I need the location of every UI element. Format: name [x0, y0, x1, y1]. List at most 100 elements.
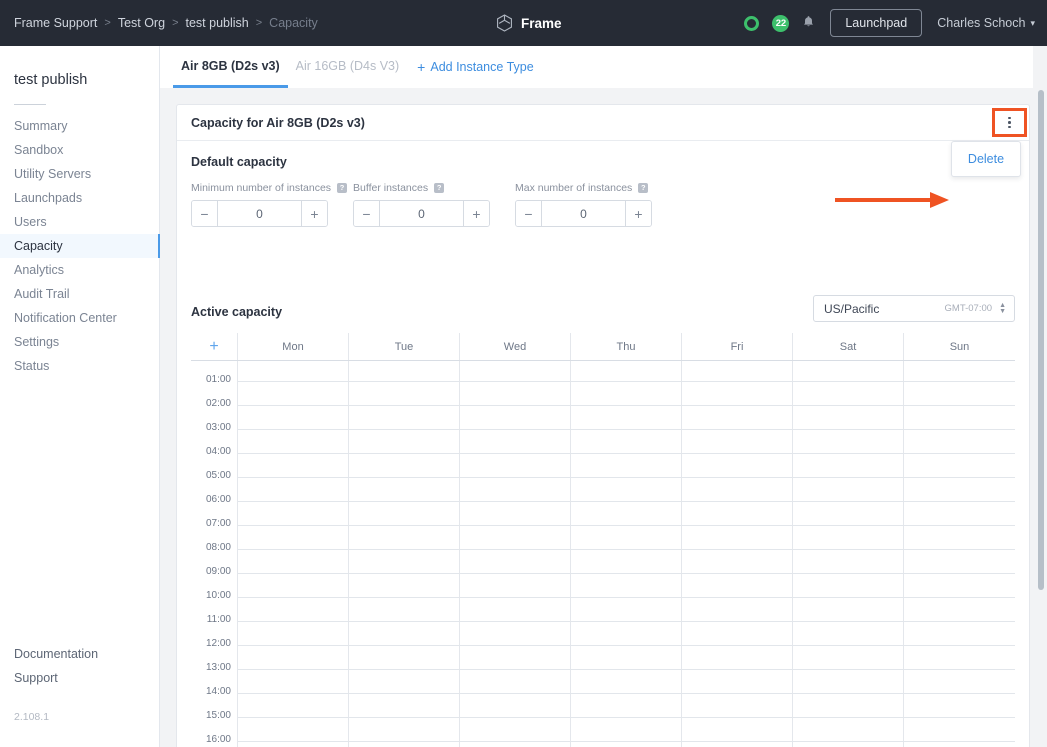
app-version-label: 2.108.1	[14, 711, 50, 723]
day-header-sat: Sat	[793, 333, 904, 360]
topbar-actions: 22 Launchpad Charles Schoch ▾	[744, 0, 1035, 46]
breadcrumb-item-1[interactable]: Test Org	[118, 16, 165, 30]
hour-gridline	[238, 621, 1015, 622]
timezone-name: US/Pacific	[824, 301, 880, 316]
hour-label: 10:00	[205, 590, 231, 601]
breadcrumb-separator-1: >	[172, 17, 179, 29]
hour-label: 13:00	[205, 662, 231, 673]
status-ring-icon[interactable]	[744, 15, 760, 31]
brand-logo: Frame	[496, 0, 562, 46]
minimum-instances-decrement-button[interactable]: −	[192, 201, 218, 226]
schedule-hour-row: 06:00	[191, 494, 1015, 505]
schedule-column-sat[interactable]	[793, 361, 904, 747]
hour-gridline	[238, 501, 1015, 502]
buffer-instances-increment-button[interactable]: +	[463, 201, 489, 226]
page-scrollbar-thumb[interactable]	[1038, 90, 1044, 590]
launchpad-button[interactable]: Launchpad	[830, 9, 923, 37]
max-instances-increment-button[interactable]: +	[625, 201, 651, 226]
sidebar-item-sandbox[interactable]: Sandbox	[0, 138, 160, 162]
schedule-column-thu[interactable]	[571, 361, 682, 747]
buffer-instances-input[interactable]	[380, 201, 463, 226]
page-scrollbar-track[interactable]	[1033, 46, 1047, 747]
sidebar-item-status[interactable]: Status	[0, 354, 160, 378]
brand-name: Frame	[521, 15, 562, 31]
minimum-instances-input[interactable]	[218, 201, 301, 226]
schedule-hour-row: 01:00	[191, 374, 1015, 385]
hour-gridline	[238, 429, 1015, 430]
hour-gridline	[238, 477, 1015, 478]
breadcrumb-item-3: Capacity	[269, 16, 318, 30]
help-icon[interactable]: ?	[638, 183, 649, 193]
add-schedule-column-button[interactable]: +	[191, 333, 238, 360]
hour-label: 11:00	[206, 614, 231, 625]
card-title: Capacity for Air 8GB (D2s v3)	[191, 115, 365, 130]
kebab-menu-icon	[1008, 116, 1011, 129]
tab-air-8gb[interactable]: Air 8GB (D2s v3)	[173, 46, 288, 88]
max-instances-input[interactable]	[542, 201, 625, 226]
schedule-column-sun[interactable]	[904, 361, 1015, 747]
sidebar-item-launchpads[interactable]: Launchpads	[0, 186, 160, 210]
card-header: Capacity for Air 8GB (D2s v3)	[177, 105, 1029, 141]
breadcrumb-item-2[interactable]: test publish	[186, 16, 249, 30]
user-name-label: Charles Schoch	[937, 16, 1026, 30]
day-header-fri: Fri	[682, 333, 793, 360]
main-content: Air 8GB (D2s v3) Air 16GB (D4s V3) + Add…	[160, 46, 1047, 747]
schedule-column-mon[interactable]	[238, 361, 349, 747]
schedule-hour-row: 11:00	[191, 614, 1015, 625]
stepper-arrows-icon: ▲ ▼	[999, 302, 1006, 315]
day-header-wed: Wed	[460, 333, 571, 360]
arrow-right-annotation	[835, 191, 951, 209]
sidebar-item-analytics[interactable]: Analytics	[0, 258, 160, 282]
schedule-hour-row: 02:00	[191, 398, 1015, 409]
sidebar-item-settings[interactable]: Settings	[0, 330, 160, 354]
field-buffer-instances-label: Buffer instances ?	[353, 182, 490, 194]
field-buffer-instances: Buffer instances ? − +	[353, 182, 490, 227]
add-instance-type-button[interactable]: + Add Instance Type	[407, 46, 534, 88]
notification-count-badge[interactable]: 22	[772, 14, 790, 32]
minimum-instances-increment-button[interactable]: +	[301, 201, 327, 226]
sidebar-link-documentation[interactable]: Documentation	[14, 642, 98, 666]
schedule-column-fri[interactable]	[682, 361, 793, 747]
buffer-instances-decrement-button[interactable]: −	[354, 201, 380, 226]
day-header-mon: Mon	[238, 333, 349, 360]
delete-menu-item[interactable]: Delete	[952, 152, 1020, 166]
hour-gridline	[238, 453, 1015, 454]
sidebar-item-capacity[interactable]: Capacity	[0, 234, 160, 258]
card-kebab-menu-button[interactable]	[992, 108, 1027, 137]
tab-air-16gb[interactable]: Air 16GB (D4s V3)	[288, 46, 408, 88]
schedule-hour-row: 07:00	[191, 518, 1015, 529]
sidebar-item-notification-center[interactable]: Notification Center	[0, 306, 160, 330]
breadcrumb-item-0[interactable]: Frame Support	[14, 16, 97, 30]
schedule-hour-row: 08:00	[191, 542, 1015, 553]
help-icon[interactable]: ?	[337, 183, 348, 193]
sidebar-link-support[interactable]: Support	[14, 666, 98, 690]
day-header-thu: Thu	[571, 333, 682, 360]
field-max-instances-label-text: Max number of instances	[515, 182, 633, 194]
sidebar-item-utility-servers[interactable]: Utility Servers	[0, 162, 160, 186]
chevron-down-icon: ▾	[1030, 17, 1035, 28]
sidebar-divider	[14, 104, 46, 105]
default-capacity-fields: Minimum number of instances ? − + Buffer…	[191, 182, 652, 227]
active-capacity-heading: Active capacity	[191, 305, 283, 319]
sidebar-item-audit-trail[interactable]: Audit Trail	[0, 282, 160, 306]
hour-label: 07:00	[205, 518, 231, 529]
sidebar-item-summary[interactable]: Summary	[0, 114, 160, 138]
schedule-column-tue[interactable]	[349, 361, 460, 747]
bell-icon[interactable]	[802, 15, 815, 31]
field-buffer-instances-label-text: Buffer instances	[353, 182, 429, 194]
schedule-hour-row: 04:00	[191, 446, 1015, 457]
sidebar-item-users[interactable]: Users	[0, 210, 160, 234]
schedule-hour-row: 05:00	[191, 470, 1015, 481]
max-instances-decrement-button[interactable]: −	[516, 201, 542, 226]
field-max-instances: Max number of instances ? − +	[515, 182, 652, 227]
timezone-select[interactable]: US/Pacific GMT-07:00 ▲ ▼	[813, 295, 1015, 322]
schedule-column-wed[interactable]	[460, 361, 571, 747]
breadcrumb: Frame Support > Test Org > test publish …	[14, 0, 318, 46]
capacity-card: Capacity for Air 8GB (D2s v3) Delete Def…	[176, 104, 1030, 747]
hour-label: 08:00	[205, 542, 231, 553]
user-menu[interactable]: Charles Schoch ▾	[937, 16, 1035, 30]
hour-label: 06:00	[205, 494, 231, 505]
hour-gridline	[238, 405, 1015, 406]
hour-gridline	[238, 669, 1015, 670]
help-icon[interactable]: ?	[434, 183, 445, 193]
